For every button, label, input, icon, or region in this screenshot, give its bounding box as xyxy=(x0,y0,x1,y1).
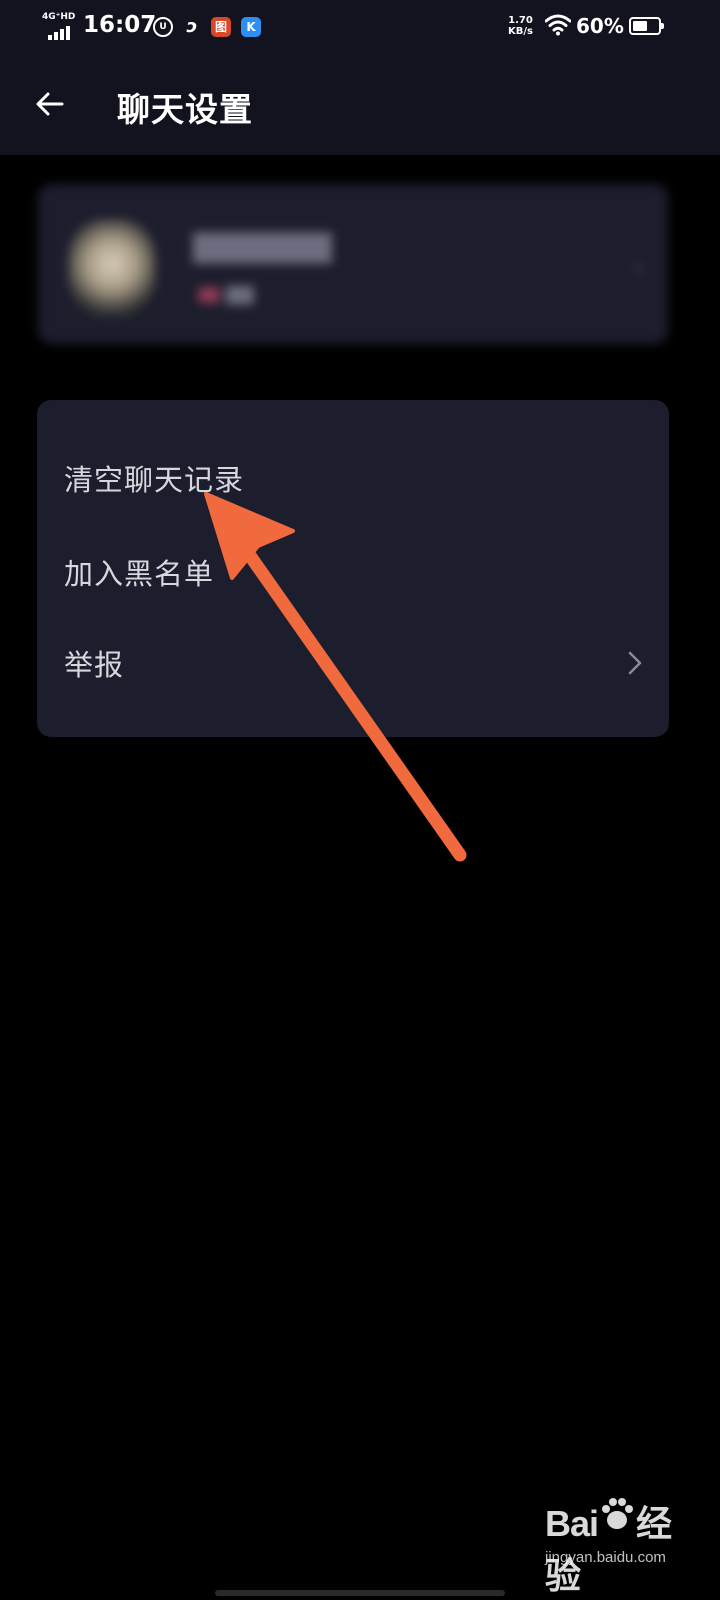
profile-tag-blurred: ▇▇ xyxy=(198,284,254,305)
chevron-right-icon xyxy=(628,651,642,675)
battery-icon xyxy=(629,17,664,35)
home-indicator[interactable] xyxy=(215,1590,505,1596)
swirl-app-icon: ↄ xyxy=(186,16,198,37)
profile-name-blurred: ▇▇▇▇▇▇ xyxy=(193,229,332,264)
baidu-jingyan-watermark: Bai 经验 jingyan.baidu.com xyxy=(545,1495,705,1596)
network-signal-icon: 4G⁺HD xyxy=(42,12,76,40)
clock: 16:07 xyxy=(83,12,157,38)
page-title: 聊天设置 xyxy=(117,90,253,129)
network-type-label: 4G⁺HD xyxy=(42,12,76,22)
report-label: 举报 xyxy=(64,648,125,682)
profile-card[interactable]: ▇▇▇▇▇▇ ▇▇ › xyxy=(38,184,668,344)
avatar xyxy=(68,219,156,319)
network-speed: 1.70 KB/s xyxy=(508,15,533,37)
add-to-blacklist-label: 加入黑名单 xyxy=(64,557,215,591)
wifi-icon xyxy=(545,14,571,36)
baidu-paw-icon xyxy=(602,1498,634,1529)
k-app-icon: K xyxy=(241,17,261,37)
top-bar: 4G⁺HD 16:07 U ↄ 图 K 1.70 KB/s 60% 聊天设置 xyxy=(0,0,720,155)
speed-value: 1.70 xyxy=(508,15,533,26)
chevron-right-icon: › xyxy=(634,254,644,282)
watermark-logo: Bai 经验 xyxy=(545,1495,705,1599)
report-item[interactable]: 举报 xyxy=(37,620,669,706)
clear-chat-history-label: 清空聊天记录 xyxy=(64,463,245,497)
status-bar: 4G⁺HD 16:07 U ↄ 图 K 1.70 KB/s 60% xyxy=(0,0,720,56)
watermark-logo-text: Bai xyxy=(545,1503,599,1544)
watermark-url: jingyan.baidu.com xyxy=(545,1549,666,1566)
arrow-left-icon xyxy=(36,92,64,116)
unicom-icon: U xyxy=(153,17,173,37)
add-to-blacklist-item[interactable]: 加入黑名单 xyxy=(37,529,669,615)
settings-card: 清空聊天记录 加入黑名单 举报 xyxy=(37,400,669,737)
clear-chat-history-item[interactable]: 清空聊天记录 xyxy=(37,435,669,521)
red-app-icon: 图 xyxy=(211,17,231,37)
battery-percent: 60% xyxy=(576,14,624,38)
speed-unit: KB/s xyxy=(508,26,533,37)
back-button[interactable] xyxy=(28,82,72,126)
